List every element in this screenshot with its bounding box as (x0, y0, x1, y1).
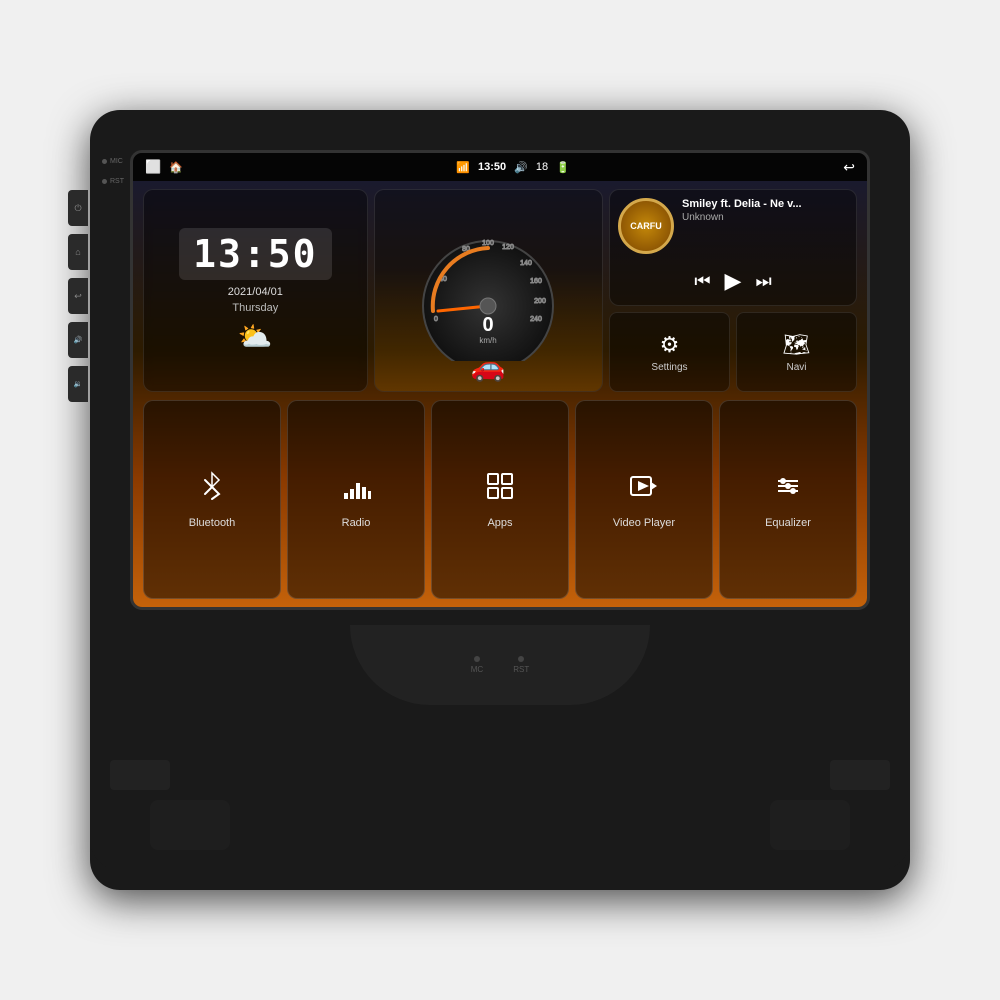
speedometer-svg: 0 40 80 100 120 140 (408, 221, 568, 361)
home-icon[interactable]: 🏠 (169, 161, 183, 174)
clock-date: 2021/04/01 (228, 286, 283, 298)
music-controls: ⏮ ▶ ⏭ (618, 268, 848, 294)
play-button[interactable]: ▶ (725, 268, 742, 294)
battery-icon: 🔋 (556, 161, 570, 174)
back-side-icon: ↩ (74, 291, 82, 302)
equalizer-icon (773, 471, 803, 509)
rst-bottom-label: RST (513, 665, 529, 674)
mc-label: MC (471, 665, 483, 674)
navi-label: Navi (786, 362, 806, 373)
power-icon: ⏻ (74, 203, 81, 214)
equalizer-button[interactable]: Equalizer (719, 400, 857, 599)
svg-text:140: 140 (520, 260, 532, 267)
side-buttons-left: ⏻ ⌂ ↩ 🔊 🔉 (68, 190, 88, 402)
vol-up-button[interactable]: 🔊 (68, 322, 88, 358)
car-image: 🚗 (471, 350, 506, 383)
car-unit: MIC RST ⏻ ⌂ ↩ 🔊 🔉 ⬜ 🏠 📶 (90, 110, 910, 890)
svg-text:0: 0 (483, 314, 494, 336)
apps-label: Apps (487, 517, 512, 529)
mount-tab-right (830, 760, 890, 790)
music-title: Smiley ft. Delia - Ne v... (682, 198, 848, 210)
album-art-text: CARFU (630, 221, 662, 231)
vol-down-icon: 🔉 (74, 380, 83, 388)
bluetooth-icon (197, 471, 227, 509)
back-nav-icon[interactable]: ↩ (843, 159, 855, 176)
video-icon (629, 471, 659, 509)
clock-display: 13:50 (179, 228, 331, 280)
svg-text:km/h: km/h (480, 336, 497, 345)
music-info: Smiley ft. Delia - Ne v... Unknown (682, 198, 848, 223)
bumper-right (770, 800, 850, 850)
screen-content: 13:50 2021/04/01 Thursday ⛅ (133, 181, 867, 607)
music-top: CARFU Smiley ft. Delia - Ne v... Unknown (618, 198, 848, 254)
video-button[interactable]: Video Player (575, 400, 713, 599)
bottom-bezel: MC RST (90, 610, 910, 870)
mc-indicator (474, 656, 480, 662)
svg-text:240: 240 (530, 316, 542, 323)
vol-down-button[interactable]: 🔉 (68, 366, 88, 402)
bottom-curve: MC RST (350, 625, 650, 705)
radio-label: Radio (342, 517, 371, 529)
bluetooth-button[interactable]: Bluetooth (143, 400, 281, 599)
apps-icon (485, 471, 515, 509)
music-artist: Unknown (682, 212, 848, 223)
status-time: 13:50 (478, 161, 506, 173)
mount-tab-left (110, 760, 170, 790)
music-widget: CARFU Smiley ft. Delia - Ne v... Unknown… (609, 189, 857, 306)
home-side-icon: ⌂ (75, 247, 80, 257)
home-side-button[interactable]: ⌂ (68, 234, 88, 270)
svg-text:0: 0 (434, 316, 438, 323)
apps-button[interactable]: Apps (431, 400, 569, 599)
settings-label: Settings (651, 362, 687, 373)
rst-indicator (518, 656, 524, 662)
weather-icon: ⛅ (238, 320, 273, 353)
status-bar: ⬜ 🏠 📶 13:50 🔊 18 🔋 ↩ (133, 153, 867, 181)
volume-level: 18 (536, 161, 548, 173)
nav-home-icon[interactable]: ⬜ (145, 159, 161, 175)
next-button[interactable]: ⏭ (755, 271, 771, 292)
video-label: Video Player (613, 517, 675, 529)
vol-up-icon: 🔊 (74, 336, 83, 344)
bluetooth-label: Bluetooth (189, 517, 235, 529)
status-center: 📶 13:50 🔊 18 🔋 (456, 161, 570, 174)
svg-text:120: 120 (502, 244, 514, 251)
album-art: CARFU (618, 198, 674, 254)
navi-icon: 🗺 (783, 332, 811, 358)
svg-text:200: 200 (534, 298, 546, 305)
settings-button[interactable]: ⚙ Settings (609, 312, 730, 392)
speedometer-widget: 0 40 80 100 120 140 (374, 189, 603, 392)
back-side-button[interactable]: ↩ (68, 278, 88, 314)
bumper-left (150, 800, 230, 850)
clock-widget: 13:50 2021/04/01 Thursday ⛅ (143, 189, 368, 392)
status-left: ⬜ 🏠 (145, 159, 183, 175)
svg-text:160: 160 (530, 278, 542, 285)
radio-button[interactable]: Radio (287, 400, 425, 599)
mic-label: MIC (102, 158, 123, 165)
clock-time: 13:50 (193, 232, 317, 276)
settings-icon: ⚙ (660, 332, 680, 358)
radio-icon (341, 471, 371, 509)
bottom-menu-row: Bluetooth Radio (133, 396, 867, 607)
rst-label: RST (102, 178, 124, 185)
screen-bezel: ⬜ 🏠 📶 13:50 🔊 18 🔋 ↩ 13:50 (130, 150, 870, 610)
mic-text: MIC (110, 158, 123, 165)
equalizer-label: Equalizer (765, 517, 811, 529)
volume-icon: 🔊 (514, 161, 528, 174)
navi-button[interactable]: 🗺 Navi (736, 312, 857, 392)
prev-button[interactable]: ⏮ (694, 271, 710, 292)
power-button[interactable]: ⏻ (68, 190, 88, 226)
wifi-icon: 📶 (456, 161, 470, 174)
rst-text: RST (110, 178, 124, 185)
clock-day: Thursday (232, 302, 278, 314)
svg-text:100: 100 (482, 240, 494, 247)
status-right: ↩ (843, 159, 855, 176)
